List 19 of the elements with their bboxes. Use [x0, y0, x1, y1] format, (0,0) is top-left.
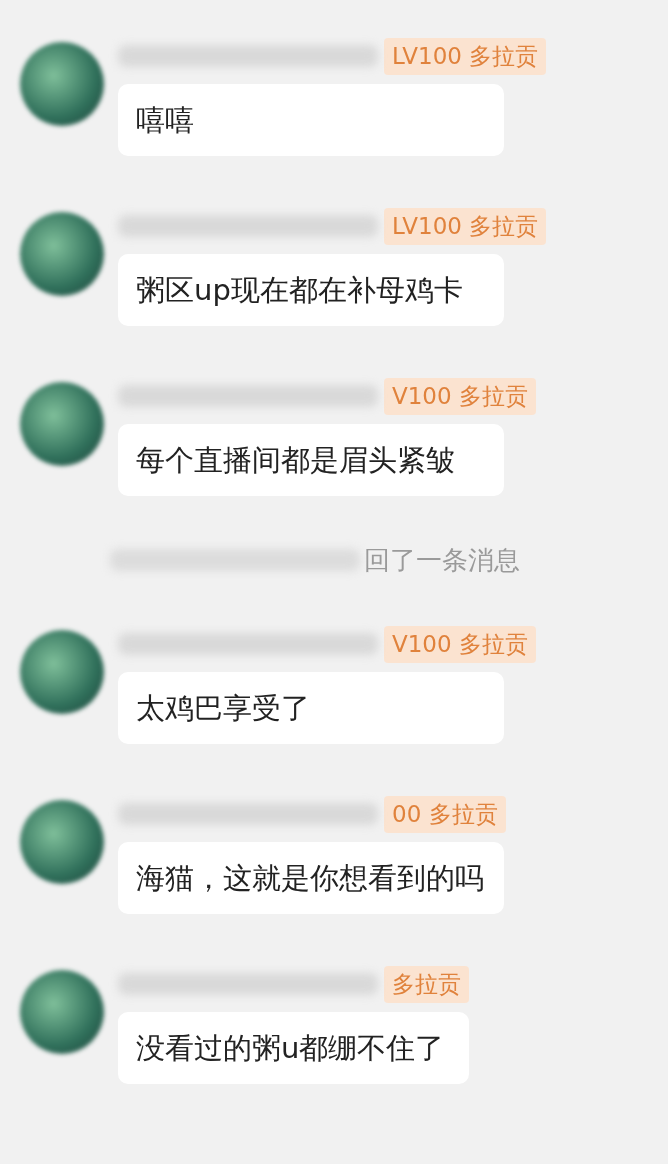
- avatar[interactable]: [20, 970, 104, 1054]
- message-bubble: 太鸡巴享受了: [118, 672, 504, 744]
- level-badge: V100 多拉贡: [384, 625, 536, 663]
- level-badge: LV100 多拉贡: [384, 37, 547, 75]
- message-bubble: 粥区up现在都在补母鸡卡: [118, 254, 504, 326]
- message-bubble: 没看过的粥u都绷不住了: [118, 1012, 469, 1084]
- recall-notice: 回了一条消息: [364, 543, 520, 577]
- message-bubble: 嘻嘻: [118, 84, 504, 156]
- message-bubble: 海猫，这就是你想看到的吗: [118, 842, 504, 914]
- avatar[interactable]: [20, 212, 104, 296]
- avatar[interactable]: [20, 42, 104, 126]
- message-bubble: 每个直播间都是眉头紧皱: [118, 424, 504, 496]
- level-badge: 00 多拉贡: [384, 795, 506, 833]
- avatar[interactable]: [20, 630, 104, 714]
- avatar[interactable]: [20, 800, 104, 884]
- level-badge: V100 多拉贡: [384, 377, 536, 415]
- avatar[interactable]: [20, 382, 104, 466]
- level-badge: LV100 多拉贡: [384, 207, 547, 245]
- level-badge: 多拉贡: [384, 965, 469, 1003]
